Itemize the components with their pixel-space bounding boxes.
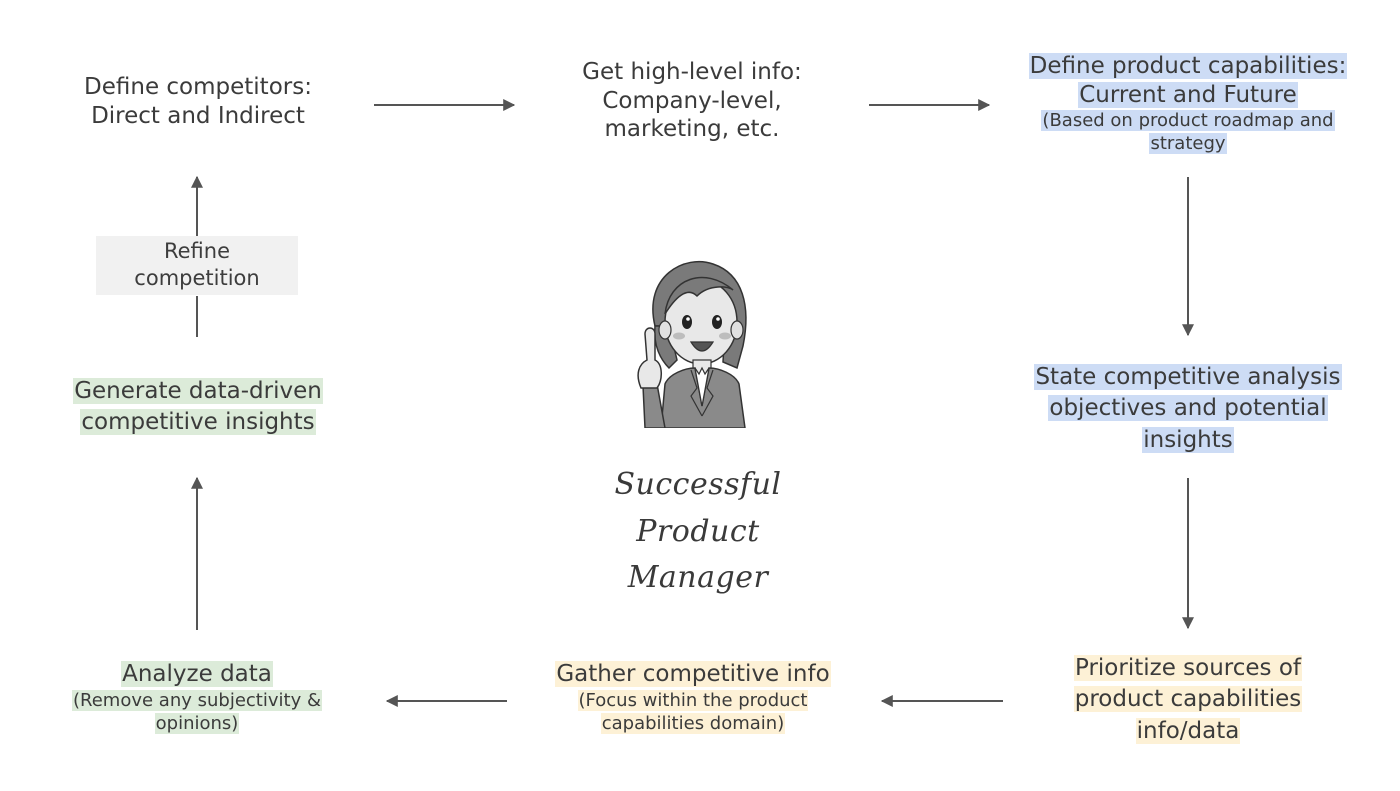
step-subtext: strategy	[1149, 133, 1227, 155]
step-subtext: opinions)	[154, 712, 240, 734]
step-line: Generate data-driven	[73, 378, 323, 404]
step-generate-insights: Generate data-driven competitive insight…	[38, 376, 358, 439]
step-line: Analyze data	[121, 661, 273, 687]
edge-label-line: competition	[134, 266, 260, 291]
step-prioritize-sources: Prioritize sources of product capabiliti…	[1000, 653, 1376, 747]
step-line: info/data	[1135, 717, 1241, 744]
caption-line: Manager	[627, 560, 769, 595]
step-line: Define product capabilities:	[1028, 53, 1348, 79]
businesswoman-pointing-icon	[637, 260, 747, 428]
step-line: marketing, etc.	[604, 116, 780, 143]
step-line: Direct and Indirect	[91, 102, 305, 129]
step-line: State competitive analysis	[1034, 364, 1342, 390]
center-caption: Successful Product Manager	[548, 462, 848, 602]
step-line: product capabilities	[1073, 686, 1303, 713]
caption-line: Successful Product	[614, 467, 782, 549]
step-line: Prioritize sources of	[1073, 655, 1302, 681]
step-define-capabilities: Define product capabilities: Current and…	[1000, 52, 1376, 156]
step-line: Current and Future	[1078, 81, 1298, 108]
edge-label-refine-competition: Refine competition	[96, 236, 298, 295]
step-state-objectives: State competitive analysis objectives an…	[1000, 362, 1376, 456]
step-subtext: (Remove any subjectivity &	[72, 689, 322, 711]
step-line: Define competitors:	[84, 74, 312, 100]
step-line: Get high-level info:	[582, 59, 802, 85]
step-subtext: (Based on product roadmap and	[1041, 110, 1335, 132]
step-line: insights	[1142, 426, 1234, 453]
step-analyze-data: Analyze data (Remove any subjectivity & …	[40, 660, 354, 735]
step-define-competitors: Define competitors: Direct and Indirect	[38, 73, 358, 130]
step-subtext: (Focus within the product	[577, 689, 809, 711]
step-line: Gather competitive info	[555, 661, 831, 687]
step-gather-info: Gather competitive info (Focus within th…	[520, 660, 866, 735]
step-line: objectives and potential	[1048, 395, 1328, 422]
step-high-level-info: Get high-level info: Company-level, mark…	[532, 58, 852, 144]
step-subtext: capabilities domain)	[600, 712, 786, 734]
step-line: Company-level,	[602, 87, 782, 114]
step-line: competitive insights	[80, 409, 316, 436]
edge-label-line: Refine	[163, 239, 231, 263]
